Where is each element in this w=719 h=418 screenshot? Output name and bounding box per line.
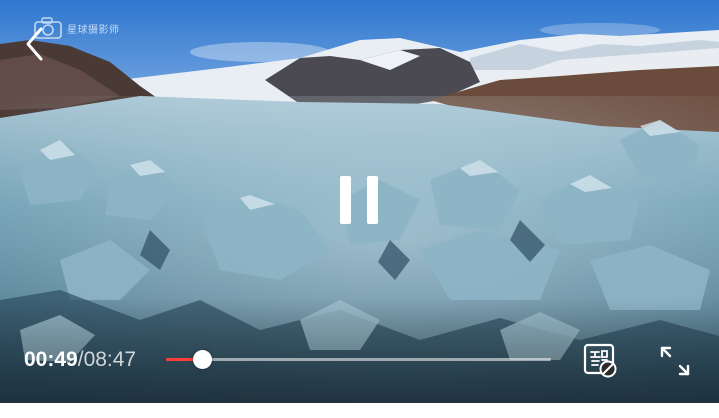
seek-thumb[interactable] [192,350,212,369]
seek-bar[interactable] [166,348,551,372]
danmaku-toggle-icon [583,343,619,379]
video-player: 星球摄影师 00:49/08:47 [0,0,719,418]
total-duration: 08:47 [83,348,137,371]
back-button[interactable] [20,24,52,64]
playback-time: 00:49/08:47 [24,346,136,374]
watermark-text: 星球摄影师 [67,24,120,36]
seek-track [166,358,551,361]
pause-icon [330,170,388,230]
pause-button[interactable] [330,170,388,230]
fullscreen-icon [659,345,691,377]
back-arrow-icon [20,24,52,64]
bottom-strip [0,403,719,418]
current-time: 00:49 [24,348,78,371]
fullscreen-button[interactable] [659,345,691,377]
danmaku-toggle-button[interactable] [583,343,619,379]
